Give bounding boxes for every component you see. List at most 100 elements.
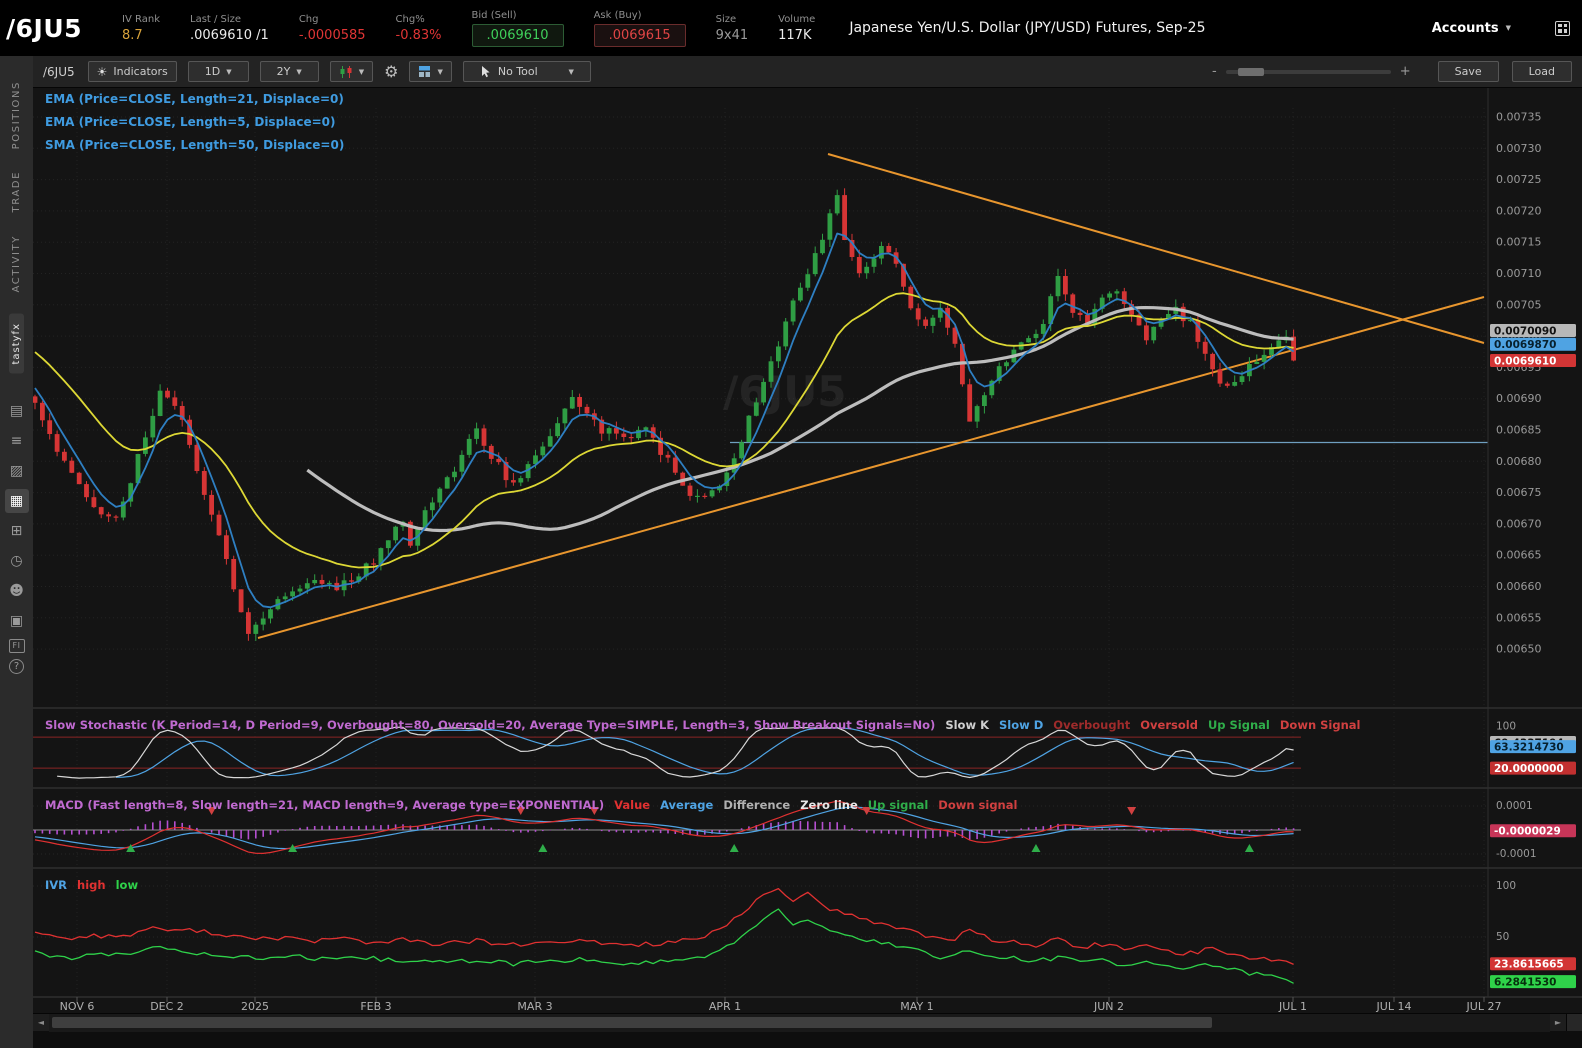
scrollbar-handle[interactable] [52, 1017, 1212, 1028]
scrollbar-track[interactable] [49, 1014, 1550, 1032]
timeframe-dropdown[interactable]: 1D ▼ [188, 61, 249, 82]
indicators-button-label: Indicators [113, 65, 167, 78]
zoom-out-button[interactable]: - [1212, 64, 1217, 79]
bid-price-button[interactable]: .0069610 [472, 24, 564, 47]
macd-panel: 0.0001-0.0001 [33, 800, 1537, 860]
chart-area[interactable]: /6JU50.007350.007300.007250.007200.00715… [33, 88, 1582, 1013]
journal-icon[interactable]: ▤ [5, 399, 29, 423]
indicators-icon: ☀ [97, 65, 108, 79]
svg-text:63.3214730: 63.3214730 [1494, 741, 1564, 753]
zoom-in-button[interactable]: + [1400, 64, 1411, 79]
svg-text:0.0069610: 0.0069610 [1494, 355, 1556, 367]
stochastic-panel: 100 [33, 721, 1516, 778]
timeframe-value: 1D [205, 65, 220, 78]
crates-icon[interactable]: ▣ [5, 609, 29, 633]
chart-watermark: /6JU5 [723, 367, 847, 416]
rail-icon-group: ▤ ≡ ▨ ▦ ⊞ ◷ ☻ ▣ FI ? [5, 399, 29, 674]
bottom-filler [33, 1031, 1582, 1048]
chg-pct-value: -0.83% [396, 28, 442, 43]
field-bid: Bid (Sell) .0069610 [472, 10, 564, 47]
svg-text:0.00655: 0.00655 [1496, 611, 1542, 624]
chart-scrollbar[interactable]: ◄ ► [33, 1013, 1582, 1031]
candles[interactable] [33, 188, 1296, 641]
last-size-label: Last / Size [190, 14, 241, 25]
zoom-slider[interactable] [1226, 70, 1391, 74]
svg-text:0.0070090: 0.0070090 [1494, 325, 1556, 337]
field-ask: Ask (Buy) .0069615 [594, 10, 686, 47]
help-icon[interactable]: ? [9, 659, 24, 674]
svg-text:JUL 14: JUL 14 [1376, 1000, 1412, 1013]
app-menu-icon[interactable] [1555, 21, 1570, 36]
chevron-down-icon: ▼ [296, 68, 301, 76]
svg-text:0.00715: 0.00715 [1496, 236, 1542, 249]
chart-toolbar: /6JU5 ☀ Indicators 1D ▼ 2Y ▼ [33, 56, 1582, 88]
field-chg: Chg -.0000585 [299, 14, 366, 43]
svg-text:APR 1: APR 1 [709, 1000, 741, 1013]
chart-type-dropdown[interactable]: ▼ [330, 61, 373, 82]
svg-text:FEB 3: FEB 3 [360, 1000, 391, 1013]
price-chart-svg[interactable]: /6JU50.007350.007300.007250.007200.00715… [33, 88, 1582, 1013]
layout-dropdown[interactable]: ▼ [409, 61, 451, 82]
chevron-down-icon: ▼ [1506, 24, 1511, 32]
time-axis: NOV 6DEC 22025FEB 3MAR 3APR 1MAY 1JUN 2J… [60, 997, 1502, 1013]
symbol-title: /6JU5 [6, 14, 82, 43]
load-button[interactable]: Load [1512, 61, 1572, 82]
quote-header: /6JU5 IV Rank 8.7 Last / Size .0069610 /… [0, 0, 1582, 56]
svg-text:0.00690: 0.00690 [1496, 392, 1542, 405]
field-last-size: Last / Size .0069610 /1 [190, 14, 269, 43]
notes-icon[interactable]: ▨ [5, 459, 29, 483]
svg-text:0.00670: 0.00670 [1496, 517, 1542, 530]
watchlist-icon[interactable]: ≡ [5, 429, 29, 453]
chevron-down-icon: ▼ [568, 68, 573, 76]
follow-traders-icon[interactable]: ☻ [5, 579, 29, 603]
apps-grid-icon[interactable]: ⊞ [5, 519, 29, 543]
history-clock-icon[interactable]: ◷ [5, 549, 29, 573]
svg-text:0.0069870: 0.0069870 [1494, 339, 1556, 351]
volume-label: Volume [778, 14, 815, 25]
iv-rank-value: 8.7 [122, 28, 143, 43]
svg-text:0.00680: 0.00680 [1496, 455, 1542, 468]
tool-dropdown[interactable]: No Tool ▼ [463, 61, 591, 82]
chg-pct-label: Chg% [396, 14, 425, 25]
field-chg-pct: Chg% -0.83% [396, 14, 442, 43]
svg-text:20.0000000: 20.0000000 [1494, 763, 1564, 775]
zoom-slider-handle[interactable] [1238, 68, 1264, 76]
fi-icon[interactable]: FI [9, 639, 25, 653]
chevron-down-icon: ▼ [437, 68, 442, 76]
svg-text:0.00665: 0.00665 [1496, 549, 1542, 562]
svg-text:0.00710: 0.00710 [1496, 267, 1542, 280]
svg-text:0.00650: 0.00650 [1496, 643, 1542, 656]
ask-price-button[interactable]: .0069615 [594, 24, 686, 47]
tab-positions[interactable]: POSITIONS [11, 81, 22, 149]
tab-trade[interactable]: TRADE [11, 171, 22, 213]
field-volume: Volume 117K [778, 14, 815, 43]
range-dropdown[interactable]: 2Y ▼ [260, 61, 319, 82]
svg-text:0.00705: 0.00705 [1496, 298, 1542, 311]
indicators-button[interactable]: ☀ Indicators [88, 61, 177, 82]
accounts-dropdown[interactable]: Accounts ▼ [1432, 21, 1511, 36]
tool-value: No Tool [498, 65, 538, 78]
save-load-group: Save Load [1438, 61, 1572, 82]
svg-text:100: 100 [1496, 880, 1516, 892]
size-value: 9x41 [716, 28, 749, 43]
scroll-left-icon[interactable]: ◄ [33, 1018, 49, 1027]
range-value: 2Y [277, 65, 291, 78]
size-label: Size [716, 14, 737, 25]
save-button[interactable]: Save [1438, 61, 1499, 82]
svg-text:0.00675: 0.00675 [1496, 486, 1542, 499]
settings-gear-icon[interactable]: ⚙ [384, 62, 398, 81]
gridlines [33, 108, 1488, 997]
layout-grid-icon [418, 65, 431, 78]
moving-averages [35, 234, 1294, 608]
iv-rank-label: IV Rank [122, 14, 160, 25]
instrument-title: Japanese Yen/U.S. Dollar (JPY/USD) Futur… [849, 20, 1205, 36]
svg-text:0.0001: 0.0001 [1496, 800, 1533, 812]
svg-text:JUN 2: JUN 2 [1093, 1000, 1124, 1013]
tab-activity[interactable]: ACTIVITY [11, 235, 22, 293]
svg-text:MAR 3: MAR 3 [517, 1000, 552, 1013]
tab-tastyfx[interactable]: tastyfx [9, 314, 24, 374]
svg-text:0.00660: 0.00660 [1496, 580, 1542, 593]
chart-icon[interactable]: ▦ [5, 489, 29, 513]
scroll-right-icon[interactable]: ► [1550, 1018, 1566, 1027]
svg-text:JUL 1: JUL 1 [1278, 1000, 1307, 1013]
